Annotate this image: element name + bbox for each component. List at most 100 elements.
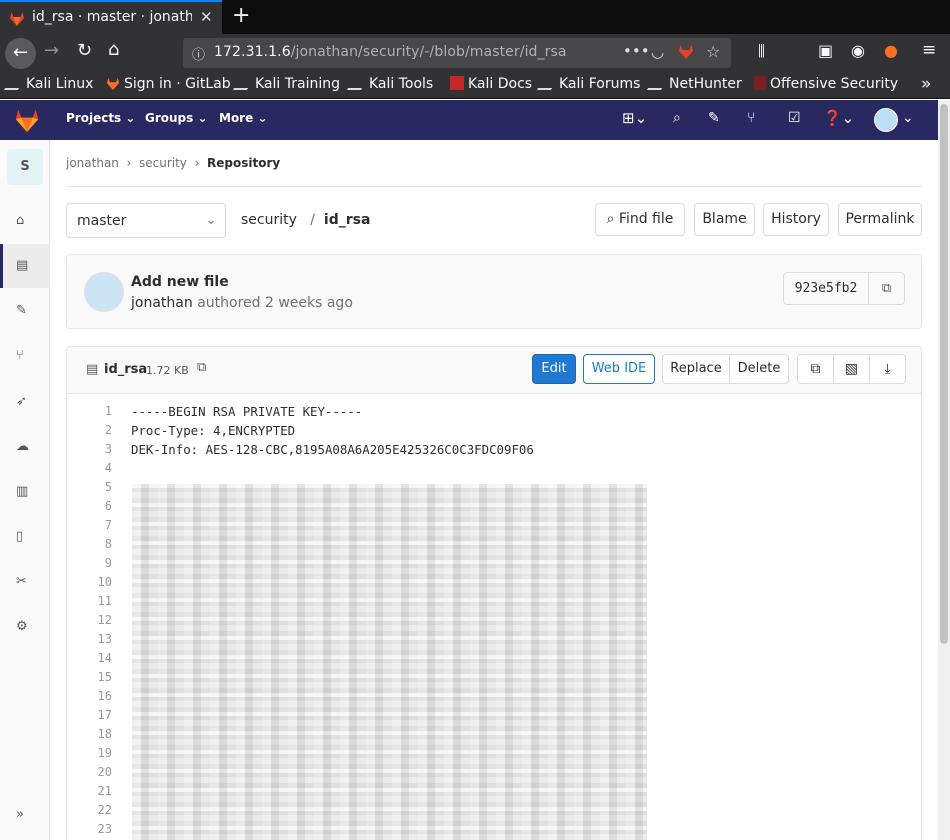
bookmark-gitlab[interactable]: Sign in · GitLab xyxy=(106,76,231,92)
page-actions-icon[interactable]: ••• xyxy=(623,42,650,60)
commit-author[interactable]: jonathan xyxy=(131,295,193,311)
project-overview-icon[interactable]: ⌂ xyxy=(16,213,34,231)
chevron-down-icon: ⌄ xyxy=(257,111,268,125)
blame-button[interactable]: Blame xyxy=(694,203,755,236)
path-separator: / xyxy=(301,212,320,228)
file-name: id_rsa xyxy=(104,362,148,377)
web-ide-button[interactable]: Web IDE xyxy=(583,354,655,384)
back-arrow-icon[interactable]: ← xyxy=(5,38,36,69)
bookmark-kali-linux[interactable]: Kali Linux xyxy=(3,76,93,92)
file-size: 1.72 KB xyxy=(146,364,189,377)
browser-tab-active[interactable]: id_rsa · master · jonathan ✕ xyxy=(0,0,222,34)
issues-icon[interactable]: ✎ xyxy=(708,110,720,126)
gitlab-favicon-icon xyxy=(9,11,25,30)
analytics-chart-icon[interactable]: ▥ xyxy=(16,484,34,502)
chevron-down-icon[interactable]: ⌄ xyxy=(902,110,914,126)
permalink-button[interactable]: Permalink xyxy=(838,203,922,236)
home-icon[interactable]: ⌂ xyxy=(108,39,119,60)
merge-requests-icon[interactable]: ⑂ xyxy=(747,110,755,126)
sidebar-toggle-icon[interactable]: ▣ xyxy=(818,41,833,60)
bookmark-kali-tools[interactable]: Kali Tools xyxy=(346,76,433,92)
reload-icon[interactable]: ↻ xyxy=(77,40,92,61)
bookmark-star-icon[interactable]: ☆ xyxy=(706,42,720,61)
delete-button[interactable]: Delete xyxy=(729,354,789,384)
chevron-down-icon: ⌄ xyxy=(125,111,136,125)
project-sidebar: S ⌂ ▤ ✎ ⑂ ➶ ☁ ▥ ▯ ✂ ⚙ » xyxy=(0,140,50,840)
copy-contents-icon[interactable]: ⧉ xyxy=(797,354,834,384)
wiki-book-icon[interactable]: ▯ xyxy=(16,529,34,547)
project-avatar[interactable]: S xyxy=(7,149,43,185)
bookmark-kali-docs[interactable]: Kali Docs xyxy=(450,76,532,92)
history-label: History xyxy=(771,211,821,227)
new-tab-plus-icon[interactable]: + xyxy=(232,3,250,28)
chevron-down-icon: ⌄ xyxy=(205,212,217,228)
account-icon[interactable]: ◉ xyxy=(851,41,865,60)
bookmarks-overflow-chevron-icon[interactable]: » xyxy=(921,74,931,94)
close-tab-icon[interactable]: ✕ xyxy=(200,8,213,26)
settings-gear-icon[interactable]: ⚙ xyxy=(16,619,34,637)
copy-sha-icon[interactable]: ⧉ xyxy=(868,272,905,305)
todos-icon[interactable]: ☑ xyxy=(788,110,801,126)
more-menu[interactable]: More ⌄ xyxy=(219,111,268,125)
edit-button[interactable]: Edit xyxy=(532,354,576,384)
bookmark-label: Offensive Security xyxy=(770,76,899,92)
edit-label: Edit xyxy=(541,361,567,376)
breadcrumb-user[interactable]: jonathan xyxy=(66,156,119,170)
branch-selector[interactable]: master ⌄ xyxy=(66,203,226,238)
library-icon[interactable]: ⫼ xyxy=(758,42,765,60)
commit-author-line: jonathan authored 2 weeks ago xyxy=(131,295,353,311)
bookmark-kali-training[interactable]: Kali Training xyxy=(232,76,340,92)
open-raw-icon[interactable]: ▧ xyxy=(833,354,870,384)
extension-fox-icon[interactable]: ● xyxy=(884,41,898,60)
find-file-button[interactable]: ⌕ Find file xyxy=(595,203,685,236)
gitlab-favicon-icon xyxy=(106,77,120,91)
breadcrumb-current[interactable]: Repository xyxy=(207,156,280,170)
bookmark-kali-forums[interactable]: Kali Forums xyxy=(536,76,641,92)
bookmark-label: Kali Forums xyxy=(559,76,641,92)
more-label: More xyxy=(219,111,254,125)
download-icon[interactable]: ⤓ xyxy=(869,354,906,384)
snippets-scissors-icon[interactable]: ✂ xyxy=(16,574,34,592)
pocket-icon[interactable]: ◡ xyxy=(651,43,664,61)
url-path: /jonathan/security/-/blob/master/id_rsa xyxy=(290,44,567,60)
page-scrollbar[interactable] xyxy=(938,100,950,840)
bookmark-offensive-security[interactable]: Offensive Security xyxy=(754,76,898,92)
projects-menu[interactable]: Projects ⌄ xyxy=(66,111,135,125)
hamburger-menu-icon[interactable]: ≡ xyxy=(922,40,936,60)
merge-requests-icon[interactable]: ⑂ xyxy=(16,348,34,366)
url-text: 172.31.1.6/jonathan/security/-/blob/mast… xyxy=(214,44,567,60)
user-avatar[interactable] xyxy=(874,108,898,132)
replace-button[interactable]: Replace xyxy=(662,354,730,384)
gitlab-extension-icon[interactable] xyxy=(678,44,694,63)
path-project-link[interactable]: security xyxy=(241,212,297,228)
browser-toolbar: ← → ↻ ⌂ ⓘ 172.31.1.6/jonathan/security/-… xyxy=(0,34,950,72)
kali-dragon-icon xyxy=(646,76,670,90)
kali-dragon-icon xyxy=(346,76,370,90)
history-button[interactable]: History xyxy=(763,203,829,236)
groups-menu[interactable]: Groups ⌄ xyxy=(145,111,208,125)
kali-docs-icon xyxy=(450,76,464,90)
forward-arrow-icon[interactable]: → xyxy=(44,40,59,61)
offsec-icon xyxy=(754,76,766,90)
commit-title[interactable]: Add new file xyxy=(131,274,229,290)
operations-cloud-icon[interactable]: ☁ xyxy=(16,439,34,457)
search-icon[interactable]: ⌕ xyxy=(673,110,681,126)
bookmark-nethunter[interactable]: NetHunter xyxy=(646,76,742,92)
commit-author-avatar[interactable] xyxy=(84,272,124,312)
new-plus-icon[interactable]: ⊞⌄ xyxy=(622,109,647,127)
gitlab-logo[interactable] xyxy=(14,108,40,136)
issues-icon[interactable]: ✎ xyxy=(16,303,34,321)
breadcrumb-project[interactable]: security xyxy=(139,156,187,170)
url-bar[interactable]: ⓘ 172.31.1.6/jonathan/security/-/blob/ma… xyxy=(183,38,731,68)
kali-dragon-icon xyxy=(232,76,256,90)
copy-file-path-icon[interactable]: ⧉ xyxy=(197,360,206,375)
help-icon[interactable]: ❓⌄ xyxy=(823,109,854,127)
line-numbers[interactable]: 1 2 3 4 5 6 7 8 9 10 11 12 13 14 15 16 1… xyxy=(67,402,112,839)
commit-sha[interactable]: 923e5fb2 xyxy=(783,272,869,305)
site-info-icon[interactable]: ⓘ xyxy=(192,44,205,63)
repository-icon[interactable]: ▤ xyxy=(16,258,34,276)
last-commit-panel: Add new file jonathan authored 2 weeks a… xyxy=(66,254,922,329)
collapse-sidebar-icon[interactable]: » xyxy=(16,807,34,825)
scrollbar-thumb[interactable] xyxy=(940,104,948,644)
ci-cd-rocket-icon[interactable]: ➶ xyxy=(16,394,34,412)
